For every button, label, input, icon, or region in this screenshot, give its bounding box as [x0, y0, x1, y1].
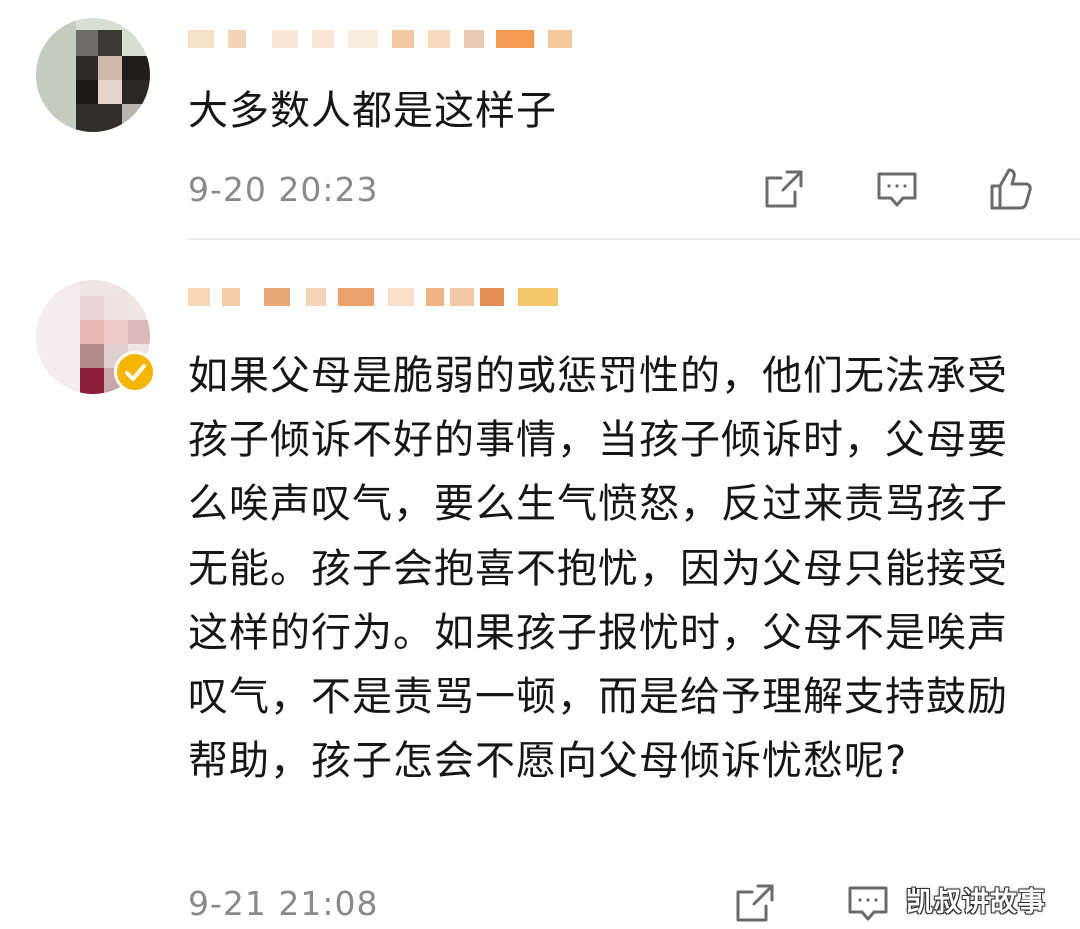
- thumbs-up-icon[interactable]: [988, 166, 1034, 212]
- avatar[interactable]: [36, 18, 150, 132]
- avatar-pixel: [80, 296, 104, 320]
- avatar-pixel: [76, 56, 98, 80]
- verified-badge-icon: [114, 351, 156, 393]
- comment-text: 如果父母是脆弱的或惩罚性的，他们无法承受孩子倾诉不好的事情，当孩子倾诉时，父母要…: [188, 353, 1008, 785]
- avatar-pixel: [122, 80, 150, 104]
- comment-text: 大多数人都是这样子: [188, 88, 557, 134]
- avatar-pixel: [76, 80, 98, 104]
- share-icon[interactable]: [732, 880, 778, 926]
- avatar-pixel: [98, 30, 122, 56]
- comment-icon[interactable]: [874, 166, 920, 212]
- avatar-pixel: [76, 30, 98, 56]
- comment-item: 大多数人都是这样子 9-20 20:23: [0, 0, 1080, 238]
- avatar-pixel: [104, 296, 128, 320]
- comment-icon[interactable]: [845, 880, 891, 926]
- avatar-pixel: [80, 344, 104, 368]
- avatar-pixel: [122, 104, 150, 132]
- avatar-pixel: [80, 368, 104, 394]
- avatar-pixel: [98, 56, 122, 80]
- avatar-pixel: [76, 104, 122, 132]
- avatar-pixel: [36, 280, 80, 394]
- avatar-pixel: [36, 18, 76, 132]
- watermark: 凯叔讲故事: [906, 887, 1046, 918]
- username-blurred[interactable]: [188, 30, 572, 64]
- avatar-pixel: [122, 56, 150, 80]
- username-blurred[interactable]: [188, 288, 568, 322]
- share-icon[interactable]: [761, 166, 807, 212]
- comment-thread: 大多数人都是这样子 9-20 20:23 如果父母是脆弱的或惩罚性的，他们无法承…: [0, 0, 1080, 929]
- avatar-pixel: [128, 320, 150, 344]
- avatar-pixel: [80, 320, 104, 344]
- comment-item: 如果父母是脆弱的或惩罚性的，他们无法承受孩子倾诉不好的事情，当孩子倾诉时，父母要…: [0, 240, 1080, 929]
- avatar-pixel: [98, 80, 122, 104]
- avatar-pixel: [104, 320, 128, 344]
- comment-actions: [0, 166, 1080, 212]
